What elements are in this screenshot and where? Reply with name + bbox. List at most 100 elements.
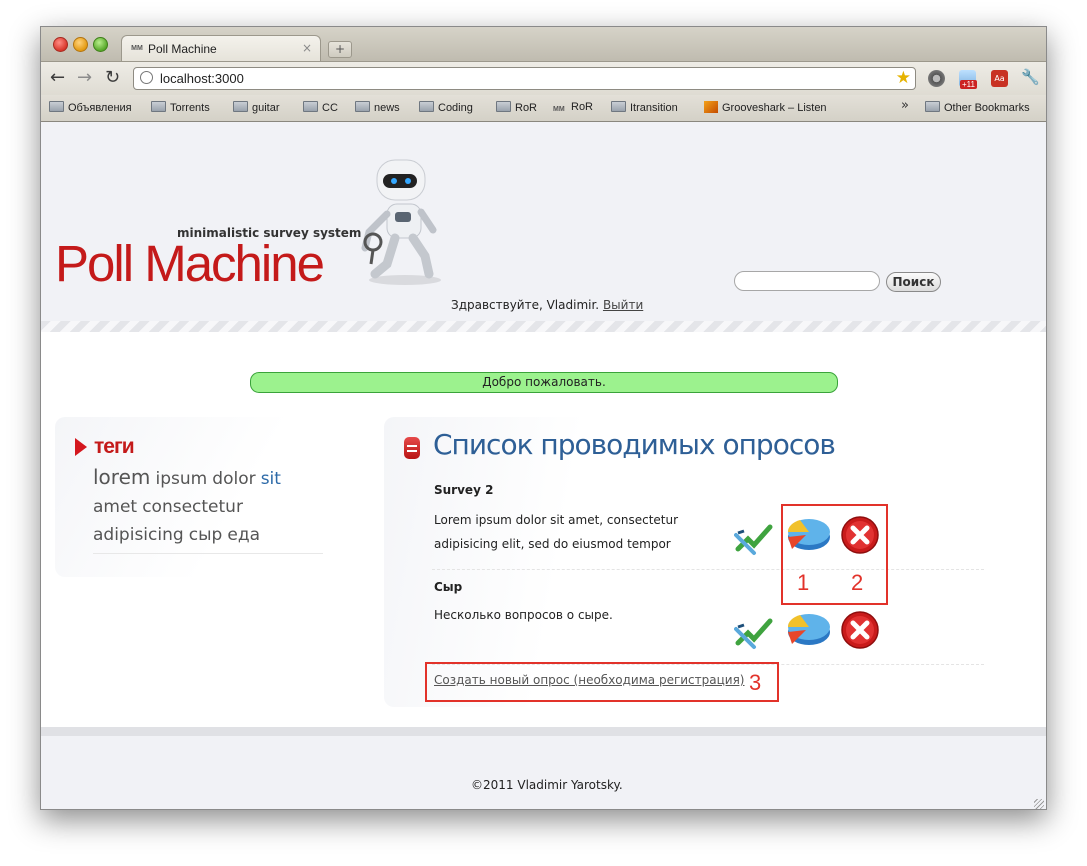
bookmark-item[interactable]: Coding <box>419 101 473 114</box>
survey-name[interactable]: Survey 2 <box>434 483 493 497</box>
bookmark-item[interactable]: CC <box>303 101 338 114</box>
tag-link[interactable]: consectetur <box>142 497 243 517</box>
user-greeting: Здравствуйте, Vladimir. Выйти <box>451 298 643 312</box>
header-divider <box>41 321 1046 332</box>
bookmark-label: Itransition <box>630 102 678 114</box>
annotation-number-3: 3 <box>749 670 762 695</box>
back-arrow-icon[interactable]: ← <box>50 69 65 87</box>
site-logo[interactable]: Poll Machine <box>55 234 325 293</box>
list-icon <box>404 437 420 459</box>
tag-link[interactable]: lorem <box>93 465 150 489</box>
bookmark-item[interactable]: Itransition <box>611 101 678 114</box>
address-bar[interactable]: localhost:3000 ★ <box>133 67 916 90</box>
tab-favicon-icon: MM <box>131 45 143 52</box>
site-header: minimalistic survey system Poll Machine … <box>41 122 1046 322</box>
annotation-box-create-link <box>425 662 779 702</box>
folder-icon <box>151 101 166 112</box>
browser-window: MM Poll Machine × + ← → ↻ localhost:3000… <box>40 26 1047 810</box>
tags-panel: теги lorem ipsum dolor sit amet consecte… <box>55 417 355 577</box>
bookmark-item[interactable]: Grooveshark – Listen <box>704 101 836 114</box>
bookmark-label: news <box>374 102 400 114</box>
site-footer: ©2011 Vladimir Yarotsky. <box>41 736 1046 809</box>
search-button[interactable]: Поиск <box>886 272 941 292</box>
survey-name[interactable]: Сыр <box>434 580 462 594</box>
take-survey-check-icon[interactable] <box>734 613 778 651</box>
browser-tab[interactable]: MM Poll Machine × <box>121 35 321 61</box>
folder-icon <box>233 101 248 112</box>
tags-arrow-icon <box>75 438 87 456</box>
row-separator <box>432 569 984 570</box>
flash-message: Добро пожаловать. <box>250 372 838 393</box>
surveys-title: Список проводимых опросов <box>433 428 836 461</box>
weather-badge: +11 <box>960 80 977 89</box>
pollmachine-favicon-icon: MM <box>553 106 565 113</box>
bookmark-label: Coding <box>438 102 473 114</box>
folder-icon <box>496 101 511 112</box>
page-content: minimalistic survey system Poll Machine … <box>41 122 1046 809</box>
greeting-text: Здравствуйте, Vladimir. <box>451 298 600 312</box>
bookmark-item[interactable]: guitar <box>233 101 280 114</box>
copyright-text: ©2011 Vladimir Yarotsky. <box>471 778 623 792</box>
surveys-panel: Список проводимых опросов Survey 2 Lorem… <box>384 417 1004 707</box>
window-maximize-button[interactable] <box>93 37 108 52</box>
annotation-number-1: 1 <box>797 570 810 595</box>
resize-grip-icon[interactable] <box>1034 799 1044 809</box>
bookmark-item[interactable]: MM RoR <box>553 101 593 115</box>
tag-link[interactable]: sit <box>261 469 281 489</box>
reload-icon[interactable]: ↻ <box>105 69 120 87</box>
tag-link[interactable]: ipsum <box>155 469 207 489</box>
tags-title: теги <box>94 435 135 458</box>
tag-link[interactable]: сыр <box>189 525 223 545</box>
search-input[interactable] <box>734 271 880 291</box>
bookmark-label: Other Bookmarks <box>944 102 1030 114</box>
bookmarks-bar: Объявления Torrents guitar CC news Codin… <box>41 95 1046 122</box>
tab-close-icon[interactable]: × <box>302 41 312 55</box>
tag-link[interactable]: еда <box>227 525 260 545</box>
tab-title: Poll Machine <box>148 42 217 56</box>
folder-icon <box>611 101 626 112</box>
bookmark-label: Grooveshark – Listen <box>722 102 827 114</box>
bookmark-label: RoR <box>571 101 594 113</box>
tag-link[interactable]: adipisicing <box>93 525 184 545</box>
bookmark-label: RoR <box>515 102 538 114</box>
window-close-button[interactable] <box>53 37 68 52</box>
tag-cloud: lorem ipsum dolor sit amet consectetur a… <box>93 463 323 554</box>
logout-link[interactable]: Выйти <box>603 298 643 312</box>
folder-icon <box>419 101 434 112</box>
browser-chrome: MM Poll Machine × + ← → ↻ localhost:3000… <box>41 27 1046 122</box>
browser-toolbar: ← → ↻ localhost:3000 ★ +11 Aa 🔧 <box>41 61 1046 96</box>
bookmarks-overflow-icon[interactable]: » <box>901 98 909 113</box>
forward-arrow-icon[interactable]: → <box>77 69 92 87</box>
survey-description: Lorem ipsum dolor sit amet, consectetur … <box>434 513 679 551</box>
address-url[interactable]: localhost:3000 <box>160 71 244 86</box>
annotation-number-2: 2 <box>851 570 864 595</box>
bookmark-label: Torrents <box>170 102 210 114</box>
bookmark-label: CC <box>322 102 338 114</box>
survey-description: Несколько вопросов о сыре. <box>434 608 613 622</box>
footer-divider <box>41 727 1046 736</box>
bookmark-item[interactable]: Torrents <box>151 101 210 114</box>
bookmark-label: Объявления <box>68 102 132 114</box>
new-tab-button[interactable]: + <box>328 41 352 58</box>
folder-icon <box>303 101 318 112</box>
window-minimize-button[interactable] <box>73 37 88 52</box>
bookmark-item[interactable]: Объявления <box>49 101 132 114</box>
bookmark-label: guitar <box>252 102 280 114</box>
tag-link[interactable]: amet <box>93 497 137 517</box>
folder-icon <box>925 101 940 112</box>
folder-icon <box>49 101 64 112</box>
delete-survey-icon[interactable] <box>840 610 880 650</box>
bookmark-star-icon[interactable]: ★ <box>896 68 911 88</box>
globe-icon <box>140 71 153 84</box>
bookmark-item[interactable]: RoR <box>496 101 537 114</box>
extension-gear-icon[interactable] <box>928 70 945 87</box>
bookmark-item[interactable]: news <box>355 101 400 114</box>
results-pie-chart-icon[interactable] <box>784 608 832 648</box>
wrench-icon[interactable]: 🔧 <box>1021 68 1040 86</box>
dictionary-extension-icon[interactable]: Aa <box>991 70 1008 87</box>
take-survey-check-icon[interactable] <box>734 519 778 557</box>
folder-icon <box>355 101 370 112</box>
tag-link[interactable]: dolor <box>212 469 255 489</box>
robot-mascot-icon <box>361 159 441 285</box>
other-bookmarks[interactable]: Other Bookmarks <box>925 101 1030 114</box>
